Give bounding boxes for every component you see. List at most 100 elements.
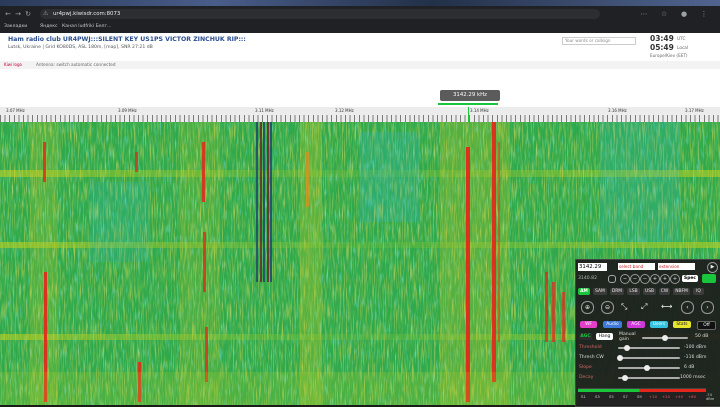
scale-label: 3.07 MHz (6, 108, 25, 113)
smeter-tick: S5 (609, 394, 614, 399)
forward-icon[interactable]: → (14, 10, 22, 18)
smeter-tick: S3 (595, 394, 600, 399)
gain-slider-knob[interactable] (662, 335, 668, 341)
smeter-tick: +60 (688, 394, 697, 399)
stats-button[interactable]: Stats (673, 321, 691, 328)
threshold-slider-knob[interactable] (624, 345, 630, 351)
page-left-icon[interactable]: ‹ (681, 301, 694, 314)
zoom-fit-icon[interactable]: ⟷ (661, 302, 672, 311)
thresh-cw-slider-knob[interactable] (617, 355, 623, 361)
spec-button[interactable]: Spec (682, 275, 698, 282)
hang-toggle[interactable]: Hang (596, 333, 613, 340)
frequency-badge[interactable]: 3142.29 kHz (440, 90, 500, 101)
scale-label: 3.16 MHz (608, 108, 627, 113)
step-button[interactable]: + (670, 274, 680, 284)
url-text: ur4pwj.kiwisdr.com:8073 (53, 10, 121, 17)
timezone: Europe/Kiev (EET) (650, 53, 688, 58)
smeter-tick: +10 (649, 394, 658, 399)
mode-usb[interactable]: USB (643, 288, 656, 295)
agc-toggle[interactable]: AGC (579, 333, 592, 340)
s-meter-bar (578, 389, 706, 392)
agc-button[interactable]: AGC (627, 321, 645, 328)
zoom-max-icon[interactable]: ⤡ (621, 302, 627, 312)
frequency-input[interactable]: 3142.29 (578, 263, 607, 271)
step-button[interactable]: − (630, 274, 640, 284)
bookmark-channel[interactable]: Канал ludfriki Белг... (62, 24, 111, 29)
extensions-icon[interactable]: ⋯ (640, 10, 648, 18)
scale-label: 3.12 MHz (335, 108, 354, 113)
reload-icon[interactable]: ↻ (24, 10, 32, 18)
mode-cw[interactable]: CW (659, 288, 670, 295)
back-icon[interactable]: ← (4, 10, 12, 18)
mode-lsb[interactable]: LSB (627, 288, 640, 295)
sub-frequency: 3140.82 (578, 276, 597, 281)
url-field[interactable]: ⚠ ur4pwj.kiwisdr.com:8073 (40, 9, 600, 19)
time-utc: 03:49 (650, 34, 674, 43)
speaker-icon[interactable] (702, 274, 716, 283)
decay-slider-knob[interactable] (622, 375, 628, 381)
play-icon[interactable]: ▶ (707, 262, 718, 273)
tuning-marker (468, 107, 469, 122)
step-button[interactable]: + (660, 274, 670, 284)
thresh-cw-label: Thresh CW (579, 355, 604, 360)
step-button[interactable]: + (650, 274, 660, 284)
lock-icon: ⚠ (43, 10, 49, 17)
menu-icon[interactable]: ⋮ (700, 10, 708, 18)
manual-gain-label: Manual gain (619, 332, 636, 342)
scale-label: 3.14 MHz (470, 108, 489, 113)
bookmark-folder[interactable]: Закладки (4, 24, 27, 29)
users-button[interactable]: Users (650, 321, 668, 328)
antenna-status: Antenna: switch automatic connected (36, 62, 116, 67)
zoom-out-icon[interactable]: ⊖ (601, 301, 614, 314)
page-title: Ham radio club UR4PWJ:::SILENT KEY US1PS… (8, 36, 246, 43)
browser-address-bar: ← → ↻ ⚠ ur4pwj.kiwisdr.com:8073 ⋯ ☆ ● ⋮ (0, 6, 720, 22)
zoom-band-icon[interactable]: ⤢ (641, 302, 647, 312)
mode-am[interactable]: AM (578, 288, 590, 295)
smeter-tick: S9 (637, 394, 642, 399)
time-utc-label: UTC (677, 36, 686, 42)
mode-sam[interactable]: SAM (593, 288, 607, 295)
audio-button[interactable]: Audio (603, 321, 622, 328)
mode-iq[interactable]: IQ (693, 288, 704, 295)
s-meter: S1 S3 S5 S7 S9 +10 +20 +40 +60 (578, 388, 706, 405)
control-panel: 3142.29 select band extension ▶ 3140.82 … (575, 259, 720, 407)
decay-label: Decay (579, 375, 594, 380)
slope-slider-knob[interactable] (644, 365, 650, 371)
thresh-cw-value: -116 dBm (684, 355, 707, 360)
scale-label: 3.17 MHz (685, 108, 704, 113)
search-input[interactable]: Your words or callsign (562, 37, 636, 45)
page-right-icon[interactable]: › (701, 301, 714, 314)
band-select[interactable]: select band (618, 263, 655, 270)
slope-label: Slope (579, 365, 592, 370)
threshold-value: -100 dBm (684, 345, 707, 350)
star-icon[interactable]: ☆ (660, 10, 668, 18)
zoom-in-icon[interactable]: ⊕ (581, 301, 594, 314)
page-subtitle: Lutsk, Ukraine | Grid KO80DS, ASL 180m, … (8, 45, 153, 50)
thresh-cw-slider[interactable] (618, 357, 680, 359)
step-button[interactable]: − (620, 274, 630, 284)
threshold-label: Threshold (579, 345, 602, 350)
wf-button[interactable]: WF (580, 321, 597, 328)
step-button[interactable]: − (640, 274, 650, 284)
spectrum-area[interactable]: 3142.29 kHz (0, 69, 720, 107)
smeter-tick: +40 (675, 394, 684, 399)
scale-label: 3.11 MHz (255, 108, 274, 113)
mode-drm[interactable]: DRM (610, 288, 624, 295)
scale-ticks (0, 115, 720, 122)
extension-select[interactable]: extension (658, 263, 695, 270)
mode-nbfm[interactable]: NBFM (673, 288, 690, 295)
frequency-scale[interactable]: 3.07 MHz 3.09 MHz 3.11 MHz 3.12 MHz 3.14… (0, 107, 720, 123)
smeter-tick: +20 (662, 394, 671, 399)
gain-value: 50 dB (695, 334, 709, 339)
kiwi-logo-text: Kiwi logo (4, 62, 22, 67)
scale-label: 3.09 MHz (118, 108, 137, 113)
smeter-unit: -74 dBm (706, 393, 715, 401)
smeter-tick: S1 (581, 394, 586, 399)
decay-value: 1000 msec (680, 375, 706, 380)
bookmark-yandex[interactable]: Яндекс (40, 24, 58, 29)
off-button[interactable]: Off (697, 321, 716, 330)
profile-icon[interactable]: ● (680, 10, 688, 18)
time-local-label: Local (677, 45, 689, 51)
smeter-tick: S7 (623, 394, 628, 399)
radio-icon[interactable] (608, 275, 616, 283)
